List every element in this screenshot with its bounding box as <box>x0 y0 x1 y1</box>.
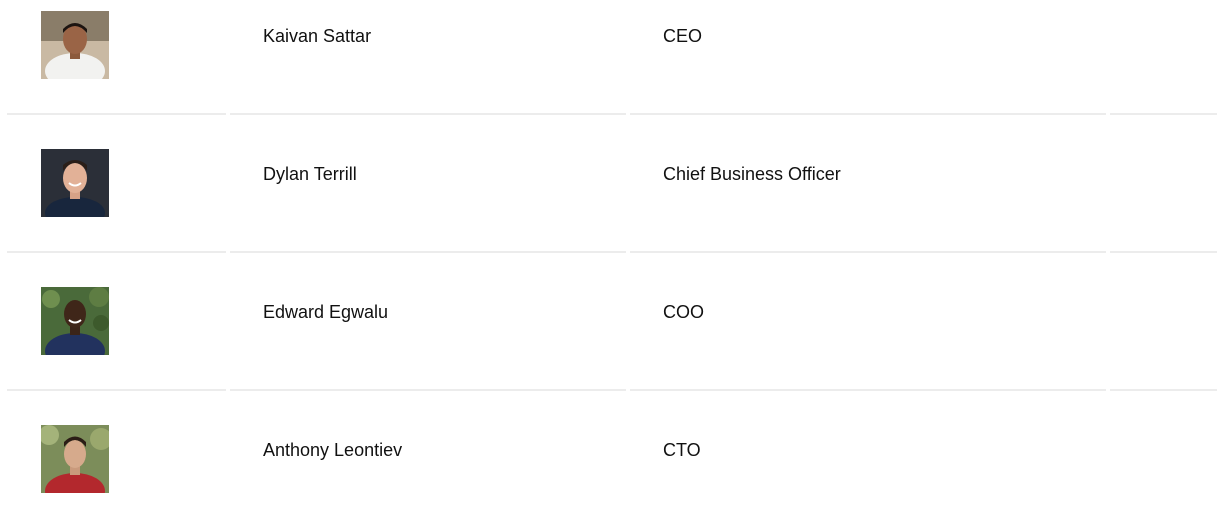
team-table: Kaivan Sattar CEO Dylan Terrill Chief Bu… <box>0 0 1217 493</box>
team-row: Kaivan Sattar CEO <box>0 0 1217 94</box>
row-divider <box>0 113 1217 115</box>
member-name: Kaivan Sattar <box>263 26 372 46</box>
member-role: CEO <box>663 26 703 46</box>
avatar-photo <box>41 287 109 355</box>
member-role: COO <box>663 302 705 322</box>
avatar-photo <box>41 425 109 493</box>
row-divider <box>0 251 1217 253</box>
member-name: Dylan Terrill <box>263 164 357 184</box>
team-row: Edward Egwalu COO <box>0 254 1217 370</box>
avatar-photo <box>41 11 109 79</box>
team-row: Dylan Terrill Chief Business Officer <box>0 116 1217 232</box>
member-name: Edward Egwalu <box>263 302 389 322</box>
row-divider <box>0 389 1217 391</box>
avatar-photo <box>41 149 109 217</box>
member-role: Chief Business Officer <box>663 164 841 184</box>
